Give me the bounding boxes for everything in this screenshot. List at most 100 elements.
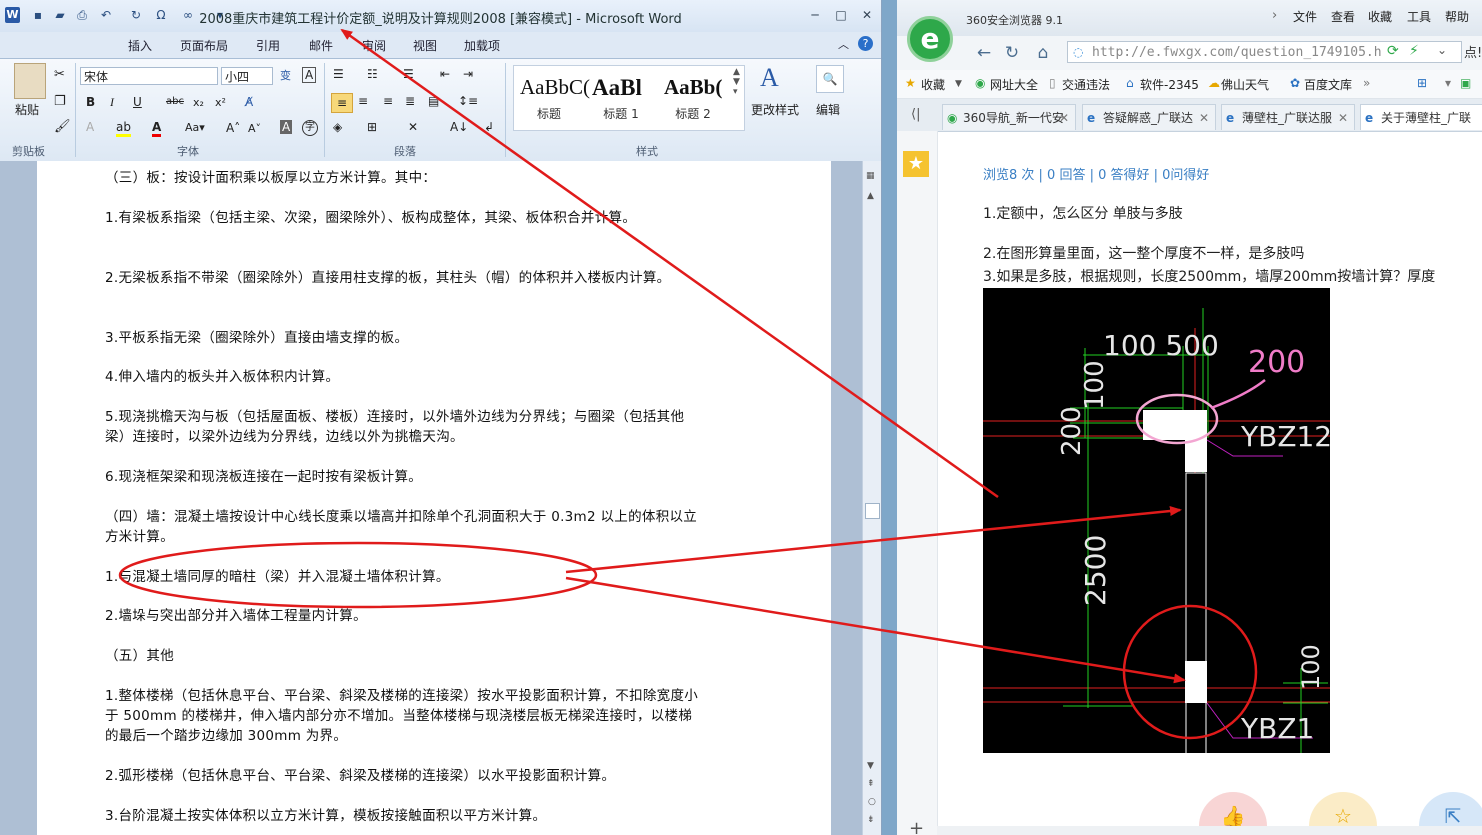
phonetic-icon[interactable]: 变 (280, 67, 291, 83)
highlight-icon[interactable]: ab (116, 120, 131, 137)
shading-icon[interactable]: ◈ (333, 120, 342, 134)
cut-icon[interactable]: ✂ (54, 67, 65, 82)
tab-insert[interactable]: 插入 (128, 37, 152, 54)
scroll-up-icon[interactable]: ▲ (867, 191, 874, 201)
ruler-toggle-icon[interactable]: ▦ (866, 171, 875, 181)
menu-help[interactable]: 帮助 (1445, 8, 1469, 25)
apps-icon[interactable]: ⊞ (1417, 76, 1427, 90)
tab-page-layout[interactable]: 页面布局 (180, 37, 228, 54)
superscript-icon[interactable]: x² (215, 96, 226, 109)
browser-tab[interactable]: e 薄壁柱_广联达服 ✕ (1221, 104, 1355, 130)
chevron-right-icon[interactable]: › (1272, 8, 1277, 23)
char-border-icon[interactable]: A (302, 67, 317, 83)
tab-mailings[interactable]: 邮件 (309, 37, 333, 54)
find-icon[interactable]: 🔍 (816, 65, 844, 93)
favorite-link[interactable]: 软件-2345 (1140, 76, 1199, 93)
underline-icon[interactable]: U (133, 95, 142, 109)
extension-icon[interactable]: ▣ (1460, 76, 1471, 90)
tab-view[interactable]: 视图 (413, 37, 437, 54)
favorites-collect[interactable]: 收藏 (921, 76, 945, 93)
tab-review[interactable]: 审阅 (362, 37, 386, 54)
toolbar-cut-text[interactable]: 点! (1464, 42, 1482, 61)
show-marks-icon[interactable]: ↲ (484, 120, 494, 134)
collapse-ribbon-icon[interactable]: ︿ (838, 36, 849, 52)
change-case-icon[interactable]: Aa▾ (185, 121, 205, 134)
home-icon[interactable]: ⌂ (1032, 42, 1054, 64)
next-page-icon[interactable]: ⇟ (867, 815, 875, 825)
style-heading2[interactable]: AaBb( 标题 2 (658, 69, 728, 125)
favorite-star-icon[interactable]: ★ (903, 151, 929, 177)
favorite-link[interactable]: 佛山天气 (1221, 76, 1269, 93)
back-icon[interactable]: ← (973, 42, 995, 64)
vertical-scrollbar[interactable]: ▦ ▲ ▼ ⇞ ○ ⇟ (862, 161, 881, 835)
tab-close-icon[interactable]: ✕ (1059, 105, 1069, 130)
justify-icon[interactable]: ≣ (405, 94, 415, 108)
favorite-link[interactable]: 百度文库 (1304, 76, 1352, 93)
font-size-combo[interactable]: 小四 (221, 67, 273, 85)
chevron-down-icon[interactable]: ▼ (955, 79, 962, 89)
align-left-icon[interactable]: ≡ (331, 93, 353, 113)
text-effect-icon[interactable]: A (86, 120, 94, 134)
style-title[interactable]: AaBbC( 标题 (514, 69, 590, 125)
align-right-icon[interactable]: ≡ (383, 94, 393, 108)
bullets-icon[interactable]: ☰ (333, 67, 344, 81)
speed-mode-icon[interactable]: ⚡ (1409, 43, 1419, 59)
font-color-icon[interactable]: A (152, 120, 162, 137)
char-shading-icon[interactable]: A (280, 120, 293, 134)
maximize-icon[interactable]: □ (832, 8, 850, 22)
address-dropdown-icon[interactable]: ⌄ (1437, 43, 1447, 57)
menu-file[interactable]: 文件 (1293, 8, 1317, 25)
subscript-icon[interactable]: x₂ (193, 96, 204, 109)
sort-icon[interactable]: A↓ (450, 120, 468, 134)
favorite-link[interactable]: 网址大全 (990, 76, 1038, 93)
prev-page-icon[interactable]: ⇞ (867, 779, 875, 789)
format-painter-icon[interactable]: 🖌 (54, 119, 71, 134)
more-favorites-icon[interactable]: » (1363, 76, 1370, 90)
decrease-indent-icon[interactable]: ⇤ (440, 67, 450, 81)
multilevel-list-icon[interactable]: ☰ (403, 67, 414, 81)
change-styles-button[interactable]: 更改样式 (751, 101, 799, 118)
strikethrough-icon[interactable]: abc (166, 96, 184, 107)
browse-object-icon[interactable]: ○ (868, 797, 876, 807)
horizontal-scrollbar[interactable] (937, 826, 1482, 835)
minimize-icon[interactable]: ─ (806, 8, 824, 22)
browser-logo[interactable]: e (907, 16, 953, 62)
browser-tab-active[interactable]: e 关于薄壁柱_广联 (1360, 104, 1482, 130)
address-bar[interactable]: http://e.fwxgx.com/question_1749105.h (1067, 41, 1462, 63)
menu-view[interactable]: 查看 (1331, 8, 1355, 25)
paste-icon[interactable] (14, 63, 46, 99)
enclose-char-icon[interactable]: 字 (302, 120, 318, 136)
borders-icon[interactable]: ⊞ (367, 120, 377, 134)
favorite-link[interactable]: 交通违法 (1062, 76, 1110, 93)
chinese-layout-icon[interactable]: ✕ (408, 120, 418, 134)
close-icon[interactable]: ✕ (858, 8, 876, 22)
change-styles-icon[interactable]: A (760, 63, 779, 93)
scroll-down-icon[interactable]: ▼ (867, 761, 874, 771)
numbering-icon[interactable]: ☷ (367, 67, 378, 81)
sidebar-add-icon[interactable]: + (909, 818, 924, 835)
paste-button[interactable]: 粘贴 (15, 101, 39, 118)
menu-favorites[interactable]: 收藏 (1368, 8, 1392, 25)
page-info-icon[interactable]: ◌ (1073, 45, 1083, 59)
italic-icon[interactable]: I (110, 95, 114, 110)
refresh-green-icon[interactable]: ⟳ (1387, 43, 1399, 59)
distribute-icon[interactable]: ▤ (428, 94, 439, 108)
browser-tab[interactable]: e 答疑解惑_广联达 ✕ (1082, 104, 1216, 130)
align-center-icon[interactable]: ≡ (358, 94, 368, 108)
font-name-combo[interactable]: 宋体 (80, 67, 218, 85)
tab-close-icon[interactable]: ✕ (1199, 105, 1209, 130)
tab-addins[interactable]: 加载项 (464, 37, 500, 54)
tab-close-icon[interactable]: ✕ (1338, 105, 1348, 130)
browser-tab[interactable]: ◉ 360导航_新一代安 ✕ (942, 104, 1076, 130)
copy-icon[interactable]: ❐ (54, 94, 66, 109)
increase-indent-icon[interactable]: ⇥ (463, 67, 473, 81)
tab-list-left-icon[interactable]: ⟨| (911, 107, 920, 122)
line-spacing-icon[interactable]: ↕≡ (458, 94, 478, 108)
bold-icon[interactable]: B (86, 95, 95, 109)
shrink-font-icon[interactable]: A˅ (248, 122, 261, 135)
help-icon[interactable]: ? (858, 36, 873, 51)
style-heading1[interactable]: AaBl 标题 1 (586, 69, 656, 125)
clear-format-icon[interactable]: A̸ (245, 95, 253, 109)
grow-font-icon[interactable]: A˄ (226, 121, 240, 135)
gallery-scroll-icon[interactable]: ▲ ▼ ▾ (733, 67, 740, 97)
